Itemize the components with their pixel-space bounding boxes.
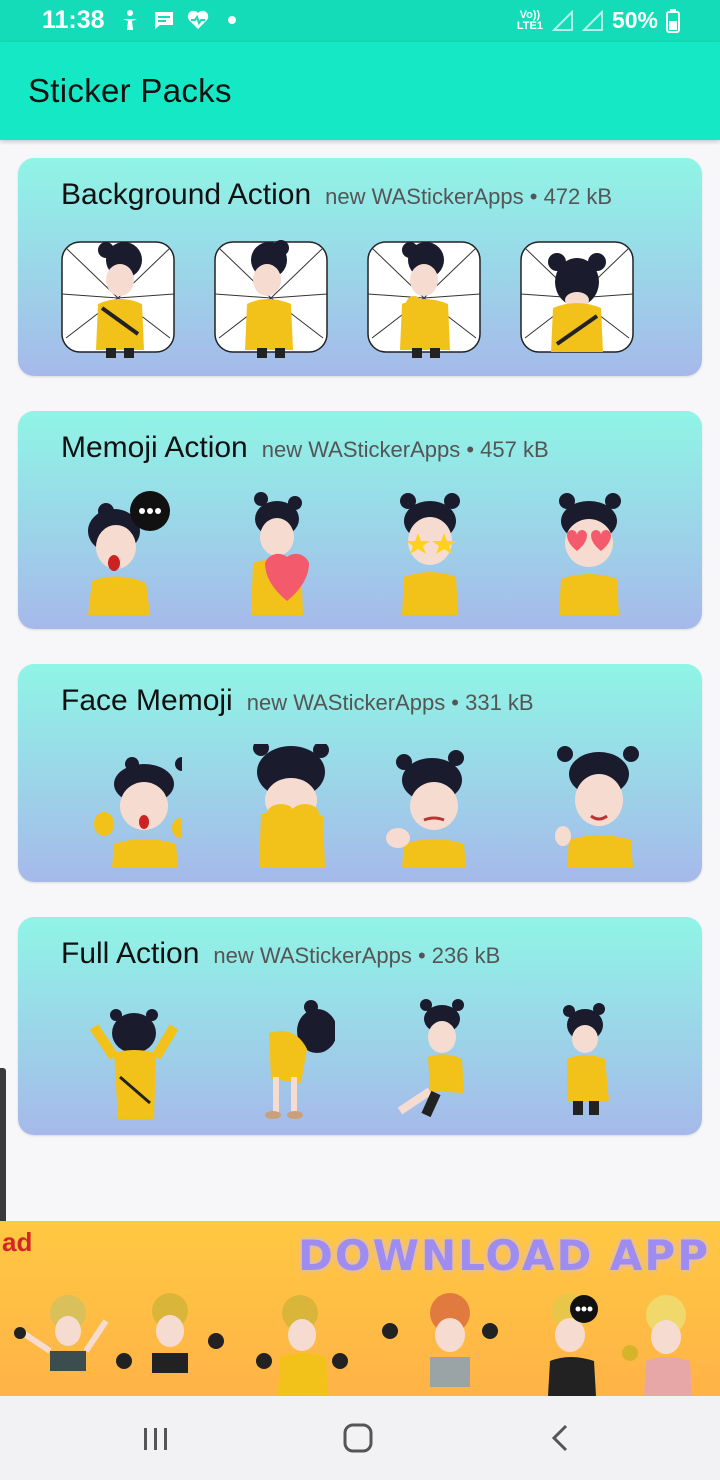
- sticker-preview: [211, 997, 335, 1125]
- pack-meta: new WAStickerApps • 472 kB: [325, 184, 613, 209]
- pack-name: Face Memoji: [61, 684, 233, 717]
- sticker-preview: [211, 744, 335, 872]
- pack-meta: new WAStickerApps • 236 kB: [213, 943, 501, 968]
- pack-preview-stickers: [58, 744, 670, 872]
- network-label: Vo)) LTE1: [516, 8, 543, 32]
- pack-name: Background Action: [61, 178, 312, 211]
- pack-name: Full Action: [61, 937, 200, 970]
- recents-icon[interactable]: [132, 1414, 180, 1462]
- signal-icon: [551, 9, 573, 31]
- pack-header: Memoji Action new WAStickerApps • 457 kB: [61, 431, 549, 465]
- dot-icon: [228, 16, 236, 24]
- home-icon[interactable]: [334, 1414, 382, 1462]
- pack-meta: new WAStickerApps • 331 kB: [246, 690, 534, 715]
- pack-name: Memoji Action: [61, 431, 248, 464]
- sticker-pack-card[interactable]: Memoji Action new WAStickerApps • 457 kB: [18, 411, 702, 629]
- heart-icon: [187, 10, 209, 29]
- sticker-preview: [58, 744, 182, 872]
- status-time: 11:38: [42, 6, 105, 34]
- message-icon: [155, 12, 173, 29]
- sticker-pack-card[interactable]: Full Action new WAStickerApps • 236 kB: [18, 917, 702, 1135]
- sticker-preview: [211, 238, 335, 366]
- ad-characters-illustration: [14, 1293, 692, 1396]
- pack-header: Background Action new WAStickerApps • 47…: [61, 178, 612, 212]
- pack-preview-stickers: [58, 997, 670, 1125]
- sticker-preview: [58, 491, 182, 619]
- system-navigation-bar: [0, 1396, 720, 1480]
- status-notification-icons: [118, 8, 244, 32]
- signal-icon-2: [581, 9, 603, 31]
- battery-icon: [666, 8, 680, 33]
- sticker-preview: [58, 238, 182, 366]
- accessibility-icon: [123, 10, 137, 30]
- pack-header: Full Action new WAStickerApps • 236 kB: [61, 937, 500, 971]
- sticker-preview: [364, 491, 488, 619]
- pack-preview-stickers: [58, 491, 670, 619]
- sticker-pack-list[interactable]: Background Action new WAStickerApps • 47…: [0, 140, 720, 1220]
- pack-header: Face Memoji new WAStickerApps • 331 kB: [61, 684, 534, 718]
- sticker-preview: [517, 491, 641, 619]
- sticker-preview: [58, 997, 182, 1125]
- ad-left-text: ad: [2, 1227, 33, 1257]
- pack-meta: new WAStickerApps • 457 kB: [261, 437, 549, 462]
- status-right: Vo)) LTE1 50%: [516, 7, 680, 34]
- page-title: Sticker Packs: [28, 72, 232, 109]
- back-icon[interactable]: [536, 1414, 584, 1462]
- sticker-pack-card[interactable]: Background Action new WAStickerApps • 47…: [18, 158, 702, 376]
- sticker-preview: [517, 744, 641, 872]
- sticker-preview: [364, 997, 488, 1125]
- ad-title: DOWNLOAD APP: [298, 1231, 710, 1280]
- pack-preview-stickers: [58, 238, 670, 366]
- sticker-pack-card[interactable]: Face Memoji new WAStickerApps • 331 kB: [18, 664, 702, 882]
- status-bar: 11:38 Vo)) LTE1 50%: [0, 0, 720, 42]
- sticker-preview: [364, 744, 488, 872]
- sticker-preview: [517, 238, 641, 366]
- sticker-preview: [517, 997, 641, 1125]
- battery-percent: 50%: [611, 7, 658, 33]
- app-bar: Sticker Packs: [0, 42, 720, 140]
- ad-banner[interactable]: ad DOWNLOAD APP: [0, 1221, 720, 1396]
- sticker-preview: [364, 238, 488, 366]
- sticker-preview: [211, 491, 335, 619]
